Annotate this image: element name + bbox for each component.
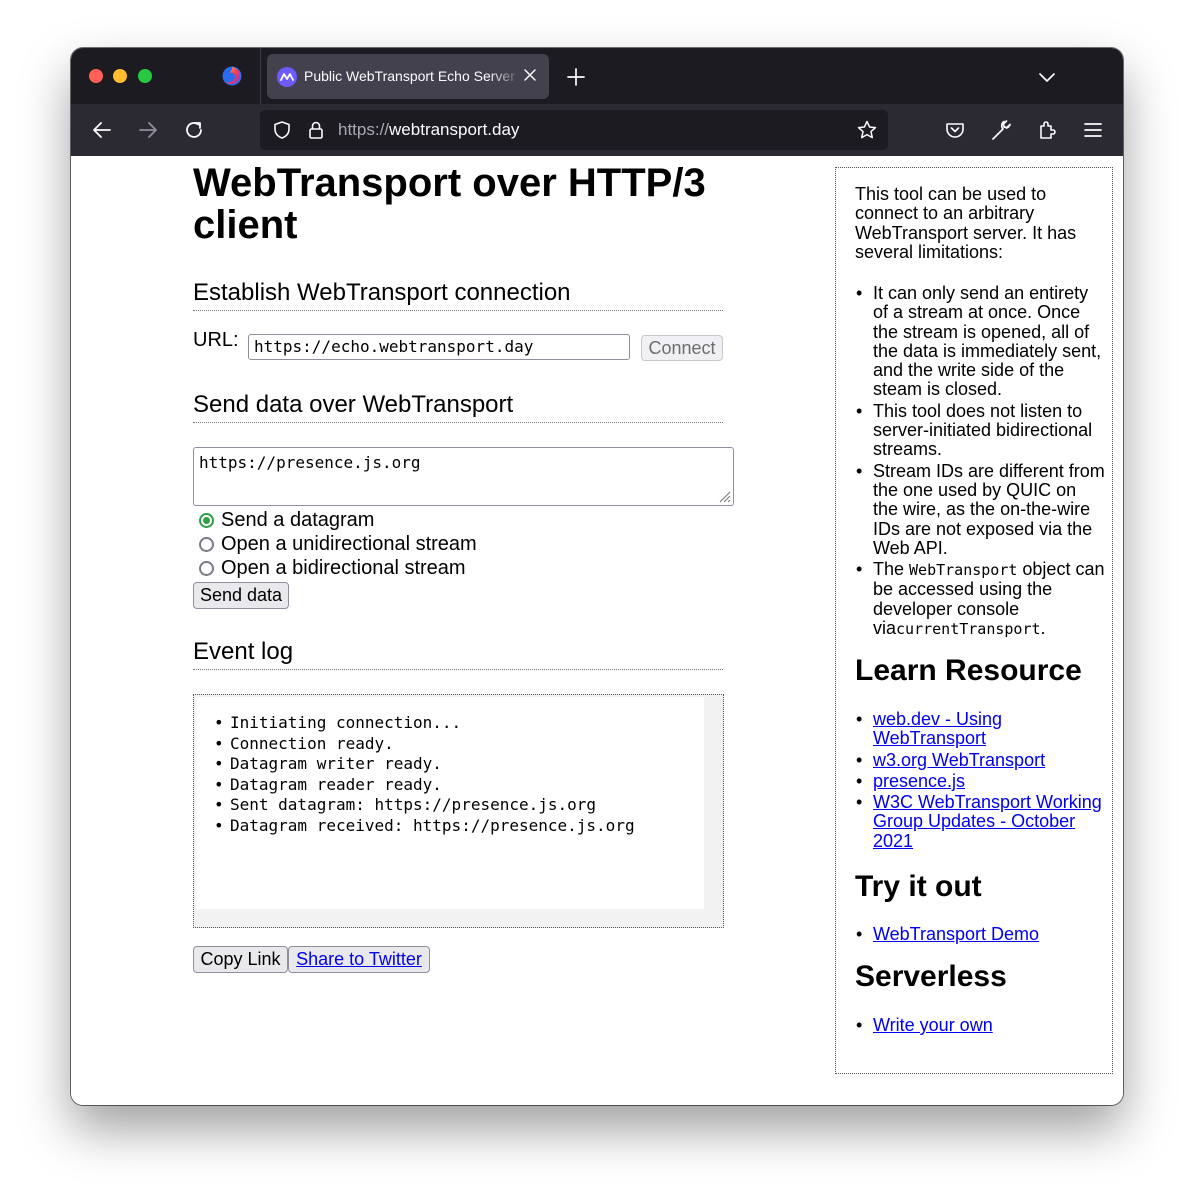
log-entry: Datagram received: https://presence.js.o… [214,816,635,837]
link-web-dev[interactable]: web.dev - Using WebTransport [873,709,1002,748]
link-w3-org[interactable]: w3.org WebTransport [873,750,1045,770]
navigation-toolbar: https://webtransport.day [71,104,1123,156]
serverless-links-list: Write your own [856,1015,1105,1037]
page-content: WebTransport over HTTP/3 client Establis… [71,156,1123,1105]
list-item: Write your own [856,1015,1105,1035]
title-bar: Public WebTransport Echo Server [71,48,1123,104]
code-webtransport: WebTransport [909,561,1018,580]
list-item: w3.org WebTransport [856,750,1105,770]
event-log[interactable]: Initiating connection... Connection read… [193,694,724,928]
limitation-item: This tool does not listen to server-init… [856,401,1105,460]
tab-separator [260,48,261,104]
try-links-list: WebTransport Demo [856,924,1105,946]
learn-links-list: web.dev - Using WebTransport w3.org WebT… [856,709,1105,853]
resize-grip-icon[interactable] [717,489,731,503]
page-title: WebTransport over HTTP/3 client [193,161,706,247]
send-section-heading: Send data over WebTransport [193,391,723,423]
url-label: URL: [193,329,239,351]
event-log-area: Initiating connection... Connection read… [196,697,704,909]
radio-button-checked[interactable] [199,513,214,528]
url-host: webtransport.day [389,120,520,139]
connect-button[interactable]: Connect [641,335,723,361]
data-textarea[interactable]: https://presence.js.org [193,447,734,506]
bookmark-star-icon[interactable] [856,119,878,141]
reload-icon[interactable] [182,118,206,142]
radio-label: Send a datagram [221,509,375,531]
new-tab-icon[interactable] [565,66,587,88]
firefox-view-icon[interactable] [221,65,243,87]
lock-icon[interactable] [305,119,327,141]
forward-arrow-icon[interactable] [136,118,160,142]
data-textarea-value: https://presence.js.org [199,453,421,472]
limitation-item: The WebTransport object can be accessed … [856,559,1105,639]
radio-button[interactable] [199,537,214,552]
back-arrow-icon[interactable] [90,118,114,142]
radio-label: Open a bidirectional stream [221,557,466,579]
list-item: web.dev - Using WebTransport [856,709,1105,749]
event-log-list: Initiating connection... Connection read… [214,713,635,837]
browser-window: Public WebTransport Echo Server https://… [71,48,1123,1105]
minimize-window-button[interactable] [113,69,127,83]
send-data-button[interactable]: Send data [193,582,289,609]
sidebar-intro: This tool can be used to connect to an a… [855,184,1077,262]
site-favicon-icon [277,67,297,87]
address-bar[interactable]: https://webtransport.day [260,110,888,150]
link-presence-js[interactable]: presence.js [873,771,965,791]
event-log-heading: Event log [193,638,723,670]
log-entry: Datagram reader ready. [214,775,635,796]
url-scheme: https:// [338,120,390,139]
share-twitter-button[interactable]: Share to Twitter [288,946,430,973]
try-it-out-heading: Try it out [855,870,982,903]
limitation-text: The [873,559,910,580]
list-item: presence.js [856,771,1105,791]
list-item: W3C WebTransport Working Group Updates -… [856,792,1105,851]
code-current-transport: currentTransport [896,620,1041,639]
close-tab-icon[interactable] [521,66,539,84]
shield-icon[interactable] [271,119,293,141]
tab-title: Public WebTransport Echo Server [304,68,515,84]
limitations-list: It can only send an entirety of a stream… [856,283,1105,641]
radio-label: Open a unidirectional stream [221,533,477,555]
link-write-your-own[interactable]: Write your own [873,1015,993,1035]
link-webtransport-demo[interactable]: WebTransport Demo [873,924,1039,944]
link-w3c-updates[interactable]: W3C WebTransport Working Group Updates -… [873,792,1102,851]
log-entry: Initiating connection... [214,713,635,734]
chevron-down-icon[interactable] [1036,66,1058,88]
close-window-button[interactable] [89,69,103,83]
sidebar: This tool can be used to connect to an a… [835,167,1113,1074]
limitation-text: . [1040,618,1046,639]
url-input[interactable]: https://echo.webtransport.day [248,334,630,360]
log-entry: Connection ready. [214,734,635,755]
zoom-window-button[interactable] [138,69,152,83]
hamburger-menu-icon[interactable] [1081,118,1105,142]
share-twitter-link[interactable]: Share to Twitter [296,949,422,969]
extensions-icon[interactable] [1035,118,1059,142]
pocket-icon[interactable] [943,118,967,142]
limitation-item: It can only send an entirety of a stream… [856,283,1105,400]
log-entry: Sent datagram: https://presence.js.org [214,795,635,816]
radio-button[interactable] [199,561,214,576]
tab-active[interactable]: Public WebTransport Echo Server [267,54,549,99]
connect-section-heading: Establish WebTransport connection [193,279,723,311]
limitation-item: Stream IDs are different from the one us… [856,461,1105,558]
copy-link-button[interactable]: Copy Link [193,946,288,973]
url-text[interactable]: https://webtransport.day [338,120,519,140]
learn-resource-heading: Learn Resource [855,654,1082,687]
list-item: WebTransport Demo [856,924,1105,944]
wrench-icon[interactable] [989,118,1013,142]
log-entry: Datagram writer ready. [214,754,635,775]
serverless-heading: Serverless [855,960,1007,993]
